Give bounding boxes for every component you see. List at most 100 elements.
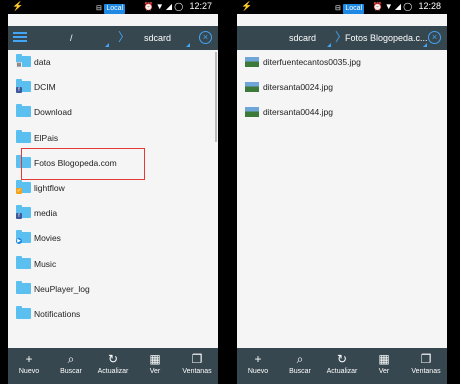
folder-icon [16, 280, 31, 294]
plus-icon: + [254, 352, 262, 366]
item-label: NeuPlayer_log [34, 283, 90, 294]
list-item[interactable]: ▶ Movies [8, 226, 218, 251]
close-icon[interactable]: × [199, 31, 212, 44]
right-screen: ⚡ ⊟ Local ⏰ ▼ ◢ ◯ 12:28 sdcard 〉 Fotos B… [237, 0, 447, 384]
list-item[interactable]: ▦ data [8, 50, 218, 75]
breadcrumb-sdcard-indicator [186, 43, 190, 47]
refresh-button[interactable]: ↻ Actualizar [321, 348, 363, 384]
folder-icon: ▶ [16, 230, 31, 245]
windows-label: Ventanas [182, 368, 212, 375]
view-button[interactable]: ▦ Ver [134, 348, 176, 384]
item-label: data [34, 57, 51, 67]
windows-button[interactable]: ❐ Ventanas [176, 348, 218, 384]
refresh-button[interactable]: ↻ Actualizar [92, 348, 134, 384]
view-label: Ver [149, 368, 161, 375]
folder-icon [16, 129, 31, 143]
status-tray: ⏰ ▼ ◢ ◯ 12:27 [144, 1, 212, 11]
folder-icon [16, 255, 31, 269]
grid-icon: ▦ [149, 352, 161, 366]
new-label: Nuevo [247, 368, 269, 375]
list-item[interactable]: f media [8, 201, 218, 226]
item-label: Movies [34, 233, 61, 244]
folder-icon: f [16, 205, 31, 220]
breadcrumb-separator: 〉 [118, 30, 131, 44]
alarm-icon: ⏰ [143, 2, 154, 11]
close-icon[interactable]: × [428, 31, 441, 44]
clock: 12:27 [189, 1, 212, 11]
breadcrumb-sdcard[interactable]: sdcard [289, 26, 316, 50]
alarm-icon: ⏰ [372, 2, 383, 11]
search-button[interactable]: ⌕ Buscar [279, 348, 321, 384]
search-label: Buscar [60, 368, 82, 375]
item-label: Download [34, 107, 72, 118]
image-thumbnail-icon [245, 57, 259, 67]
item-label: ElPais [34, 132, 59, 143]
wifi-icon: ▼ [155, 2, 164, 11]
folder-icon: ✓ [16, 179, 31, 194]
image-thumbnail-icon [245, 107, 259, 118]
breadcrumb-sdcard-indicator [327, 43, 331, 47]
local-badge: Local [343, 4, 365, 14]
item-label: DCIM [34, 82, 56, 93]
local-indicator: ⊟ Local [96, 2, 126, 14]
folder-icon [16, 104, 31, 118]
list-item[interactable]: Notifications [8, 302, 218, 327]
menu-icon[interactable] [13, 30, 27, 42]
list-item[interactable]: ElPais [8, 126, 218, 151]
view-button[interactable]: ▦ Ver [363, 348, 405, 384]
signal-icon: ◢ [394, 2, 402, 11]
refresh-label: Actualizar [326, 368, 358, 375]
image-thumbnail-icon [245, 82, 259, 93]
list-item[interactable]: ditersanta0044.jpg [237, 100, 447, 125]
view-label: Ver [378, 368, 390, 375]
list-item[interactable]: diterfuentecantos0035.jpg [237, 50, 447, 75]
status-bar: ⚡ ⊟ Local ⏰ ▼ ◢ ◯ 12:27 [8, 0, 218, 14]
plus-icon: + [25, 352, 33, 366]
file-list: ▦ data f DCIM Download ElPais Fotos Blog… [8, 50, 218, 327]
list-item[interactable]: ditersanta0024.jpg [237, 75, 447, 100]
item-label: diterfuentecantos0035.jpg [263, 57, 361, 67]
local-badge: Local [104, 4, 126, 14]
grid-icon: ▦ [378, 352, 390, 366]
list-item[interactable]: f DCIM [8, 75, 218, 100]
usb-icon: ⊟ [335, 5, 341, 12]
item-label: media [34, 208, 58, 219]
toolbar: sdcard 〉 Fotos Blogopeda.c... × [237, 26, 447, 50]
breadcrumb-current[interactable]: Fotos Blogopeda.c... [345, 26, 428, 50]
status-bar: ⚡ ⊟ Local ⏰ ▼ ◢ ◯ 12:28 [237, 0, 447, 14]
item-label: Notifications [34, 308, 81, 319]
breadcrumb-root-indicator [105, 43, 109, 47]
list-item[interactable]: Music [8, 252, 218, 277]
new-button[interactable]: + Nuevo [237, 348, 279, 384]
refresh-label: Actualizar [97, 368, 129, 375]
list-item[interactable]: NeuPlayer_log [8, 277, 218, 302]
search-icon: ⌕ [296, 352, 304, 366]
list-item[interactable]: Download [8, 100, 218, 125]
item-label: ditersanta0044.jpg [263, 107, 333, 118]
scrollbar[interactable] [215, 52, 217, 142]
search-label: Buscar [289, 368, 311, 375]
bottom-toolbar: + Nuevo ⌕ Buscar ↻ Actualizar ▦ Ver ❐ Ve… [8, 348, 218, 384]
new-button[interactable]: + Nuevo [8, 348, 50, 384]
signal-icon: ◢ [165, 2, 173, 11]
charging-icon: ⚡ [12, 1, 24, 11]
breadcrumb-sdcard[interactable]: sdcard [144, 26, 171, 50]
wifi-icon: ▼ [384, 2, 393, 11]
battery-icon: ◯ [174, 2, 184, 11]
refresh-icon: ↻ [107, 352, 119, 366]
breadcrumb-current-indicator [423, 43, 427, 47]
clock: 12:28 [418, 1, 441, 11]
search-button[interactable]: ⌕ Buscar [50, 348, 92, 384]
bottom-toolbar: + Nuevo ⌕ Buscar ↻ Actualizar ▦ Ver ❐ Ve… [237, 348, 447, 384]
local-indicator: ⊟ Local [335, 2, 365, 14]
status-tray: ⏰ ▼ ◢ ◯ 12:28 [373, 1, 441, 11]
search-icon: ⌕ [67, 352, 75, 366]
folder-icon [16, 305, 31, 319]
windows-icon: ❐ [420, 352, 432, 366]
item-label: ditersanta0024.jpg [263, 82, 333, 93]
breadcrumb-root[interactable]: / [70, 26, 73, 50]
windows-icon: ❐ [191, 352, 203, 366]
windows-button[interactable]: ❐ Ventanas [405, 348, 447, 384]
folder-icon: f [16, 79, 31, 94]
folder-icon: ▦ [16, 54, 31, 68]
